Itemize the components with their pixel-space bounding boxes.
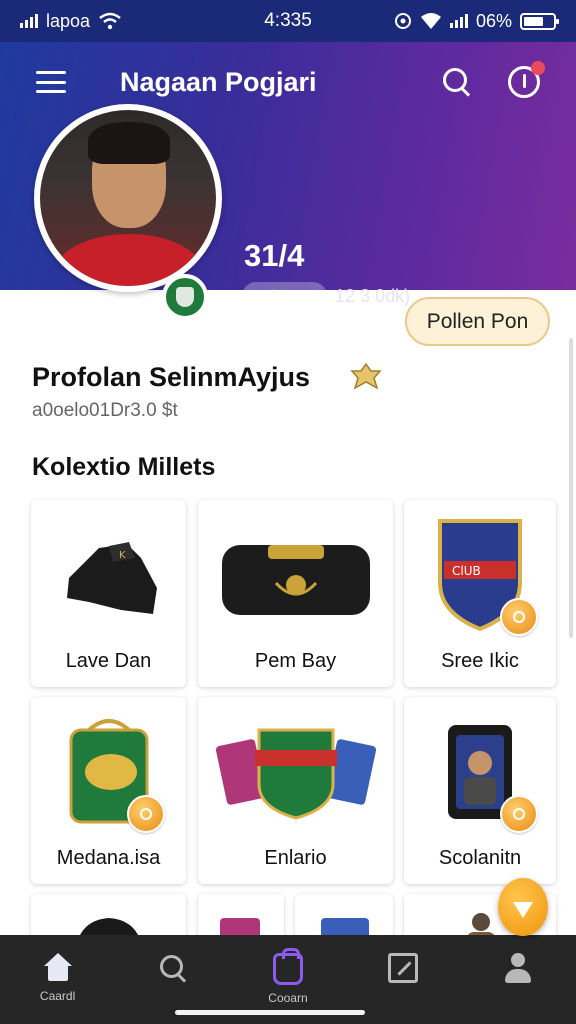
item-label: Enlario <box>264 847 327 869</box>
arrow-down-icon <box>513 902 533 918</box>
status-right: 06% <box>394 10 559 32</box>
notification-icon[interactable] <box>508 61 545 98</box>
battery-icon <box>520 12 559 30</box>
avatar[interactable] <box>34 104 222 292</box>
stat-detail: 12 3 0dk) <box>335 286 411 306</box>
app-title: Nagaan Pogjari <box>120 66 317 97</box>
collection-item[interactable]: Medana.isa <box>31 697 186 884</box>
collection-item[interactable]: Scolanitn <box>404 697 556 884</box>
profile-name: Profolan SelinmAyjus <box>32 362 311 392</box>
bag-icon <box>221 545 370 615</box>
item-label: Medana.isa <box>56 847 161 869</box>
cards-icon <box>215 728 376 820</box>
battery-percent: 06% <box>475 10 512 31</box>
wifi-status-icon <box>420 13 441 29</box>
stat-row: topan 12 3 0dk) <box>242 282 410 311</box>
scrollbar[interactable] <box>569 338 573 638</box>
carrier-name: lapoa <box>46 10 91 31</box>
collection-item[interactable]: ClUB Sree Ikic <box>404 500 556 687</box>
coin-icon <box>500 598 538 636</box>
home-icon <box>42 953 74 983</box>
alarm-icon <box>394 13 411 29</box>
item-label: Lave Dan <box>65 650 152 672</box>
svg-text:K: K <box>119 550 126 561</box>
nav-profile[interactable] <box>478 953 558 1005</box>
collection-item[interactable]: Pem Bay <box>198 500 393 687</box>
stat-value: 31/4 <box>244 238 305 273</box>
coin-icon <box>127 795 165 833</box>
home-indicator[interactable] <box>175 1010 365 1015</box>
collection-item[interactable]: Enlario <box>198 697 393 884</box>
edit-icon <box>388 953 419 983</box>
boot-icon: K <box>66 542 157 614</box>
nav-home[interactable]: Caardl <box>18 953 98 1003</box>
search-icon <box>158 953 188 983</box>
search-icon[interactable] <box>440 65 474 99</box>
svg-text:ClUB: ClUB <box>452 564 481 578</box>
chip-icon <box>252 289 266 304</box>
scroll-down-button[interactable] <box>498 878 548 936</box>
item-label: Sree Ikic <box>441 650 519 672</box>
coin-icon <box>500 795 538 833</box>
nav-collection[interactable]: Cooarn <box>248 948 328 1005</box>
status-left: lapoa <box>20 11 122 32</box>
verified-badge-icon <box>350 362 382 390</box>
nav-label: Cooarn <box>268 991 308 1005</box>
nav-label: Caardl <box>39 989 76 1003</box>
collection-item[interactable]: K Lave Dan <box>31 500 186 687</box>
notification-dot <box>531 61 545 75</box>
profile-icon <box>503 953 533 985</box>
follow-button[interactable]: Pollen Pon <box>405 297 550 346</box>
collection-title: Kolextio Millets <box>32 453 216 481</box>
status-bar: lapoa 4:335 06% <box>0 0 576 42</box>
stat-chip[interactable]: topan <box>242 282 328 311</box>
top-app-bar: Nagaan Pogjari <box>0 42 576 122</box>
menu-icon[interactable] <box>36 71 66 93</box>
cell-signal-icon <box>449 14 468 28</box>
profile-subtitle: a0oelo01Dr3.0 $t <box>32 400 178 421</box>
nav-search[interactable] <box>133 953 213 1003</box>
wifi-icon <box>99 12 121 30</box>
collection-icon <box>272 948 303 985</box>
club-badge-icon <box>162 274 208 320</box>
stat-chip-label: topan <box>272 286 318 306</box>
item-label: Scolanitn <box>438 847 522 869</box>
signal-icon <box>20 14 38 28</box>
nav-edit[interactable] <box>363 953 443 1003</box>
item-label: Pem Bay <box>254 650 337 672</box>
